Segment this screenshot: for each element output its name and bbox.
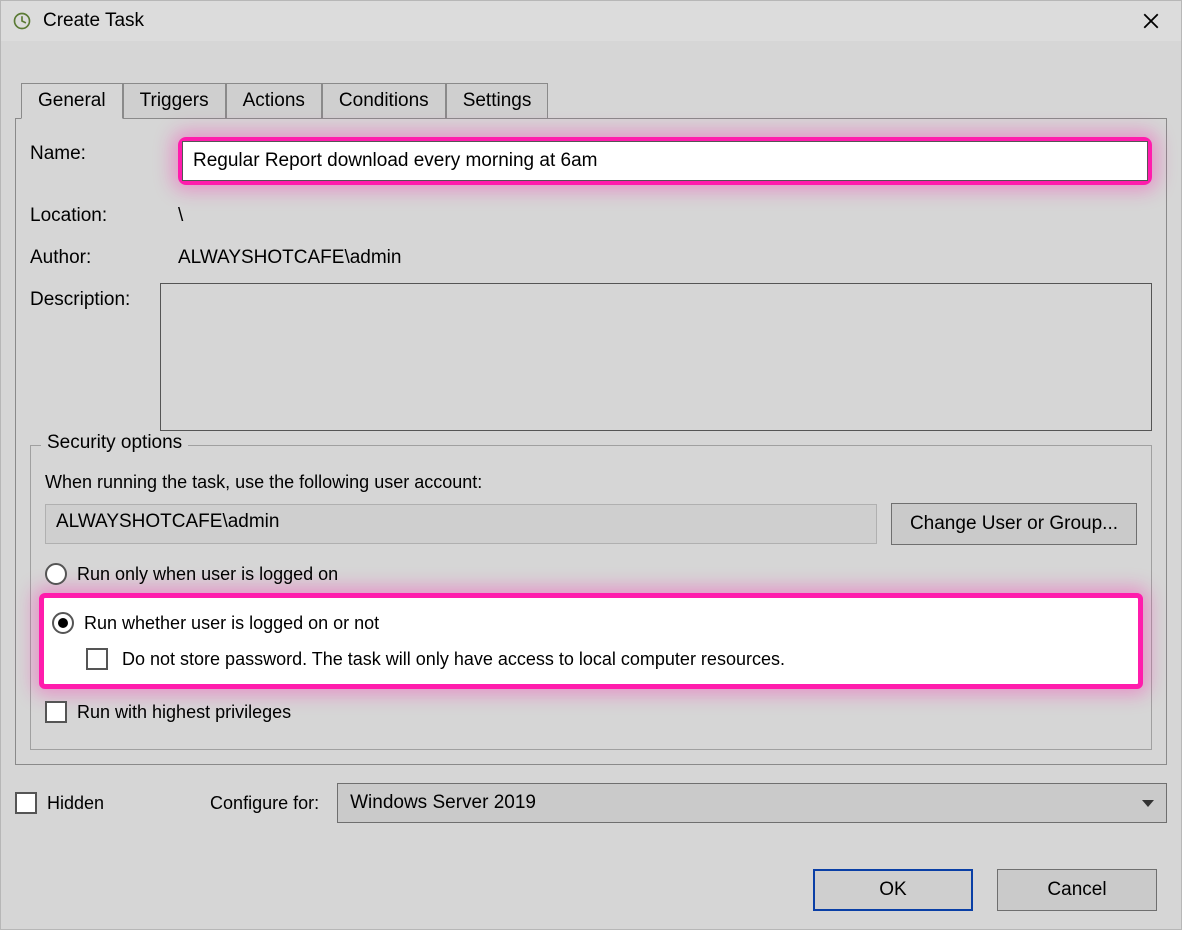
no-store-password-row[interactable]: Do not store password. The task will onl… [86, 648, 1128, 670]
author-label: Author: [30, 241, 178, 269]
window-title: Create Task [43, 10, 144, 32]
author-value: ALWAYSHOTCAFE\admin [178, 241, 1152, 269]
ok-button[interactable]: OK [813, 869, 973, 911]
security-options-group: Security options When running the task, … [30, 445, 1152, 750]
name-label: Name: [30, 137, 178, 165]
hidden-checkbox-row[interactable]: Hidden [15, 792, 104, 814]
name-highlight [178, 137, 1152, 185]
clock-icon [11, 10, 33, 32]
hidden-label: Hidden [47, 793, 104, 814]
name-input[interactable] [182, 141, 1148, 181]
radio-run-logged-or-not[interactable]: Run whether user is logged on or not [52, 612, 1128, 634]
checkbox-icon [15, 792, 37, 814]
run-whether-highlight: Run whether user is logged on or not Do … [39, 593, 1143, 689]
tab-strip: General Triggers Actions Conditions Sett… [21, 76, 1181, 118]
change-user-button[interactable]: Change User or Group... [891, 503, 1137, 545]
title-bar: Create Task [1, 1, 1181, 41]
no-store-password-label: Do not store password. The task will onl… [122, 649, 785, 670]
description-label: Description: [30, 283, 160, 311]
footer-row: Hidden Configure for: Windows Server 201… [15, 783, 1167, 823]
radio-run-logged-or-not-label: Run whether user is logged on or not [84, 613, 379, 634]
description-input[interactable] [160, 283, 1152, 431]
configure-for-dropdown[interactable]: Windows Server 2019 [337, 783, 1167, 823]
create-task-dialog: Create Task General Triggers Actions Con… [0, 0, 1182, 930]
when-running-label: When running the task, use the following… [45, 472, 1137, 493]
tab-settings[interactable]: Settings [446, 83, 549, 119]
tab-general[interactable]: General [21, 83, 123, 119]
cancel-button[interactable]: Cancel [997, 869, 1157, 911]
security-legend: Security options [41, 432, 188, 454]
location-label: Location: [30, 199, 178, 227]
radio-icon [52, 612, 74, 634]
location-value: \ [178, 199, 1152, 227]
highest-privileges-row[interactable]: Run with highest privileges [45, 701, 1137, 723]
checkbox-icon [45, 701, 67, 723]
highest-privileges-label: Run with highest privileges [77, 702, 291, 723]
radio-icon [45, 563, 67, 585]
checkbox-icon [86, 648, 108, 670]
chevron-down-icon [1142, 800, 1154, 807]
tab-triggers[interactable]: Triggers [123, 83, 226, 119]
dialog-button-row: OK Cancel [813, 869, 1157, 911]
configure-for-value: Windows Server 2019 [350, 792, 536, 814]
tab-panel-general: Name: Location: \ Author: ALWAYSHOTCAFE\… [15, 118, 1167, 765]
radio-run-logged-on[interactable]: Run only when user is logged on [45, 563, 1137, 585]
close-button[interactable] [1131, 1, 1171, 41]
tab-actions[interactable]: Actions [226, 83, 322, 119]
user-account-display: ALWAYSHOTCAFE\admin [45, 504, 877, 544]
tab-conditions[interactable]: Conditions [322, 83, 446, 119]
configure-for-label: Configure for: [210, 793, 319, 814]
radio-run-logged-on-label: Run only when user is logged on [77, 564, 338, 585]
